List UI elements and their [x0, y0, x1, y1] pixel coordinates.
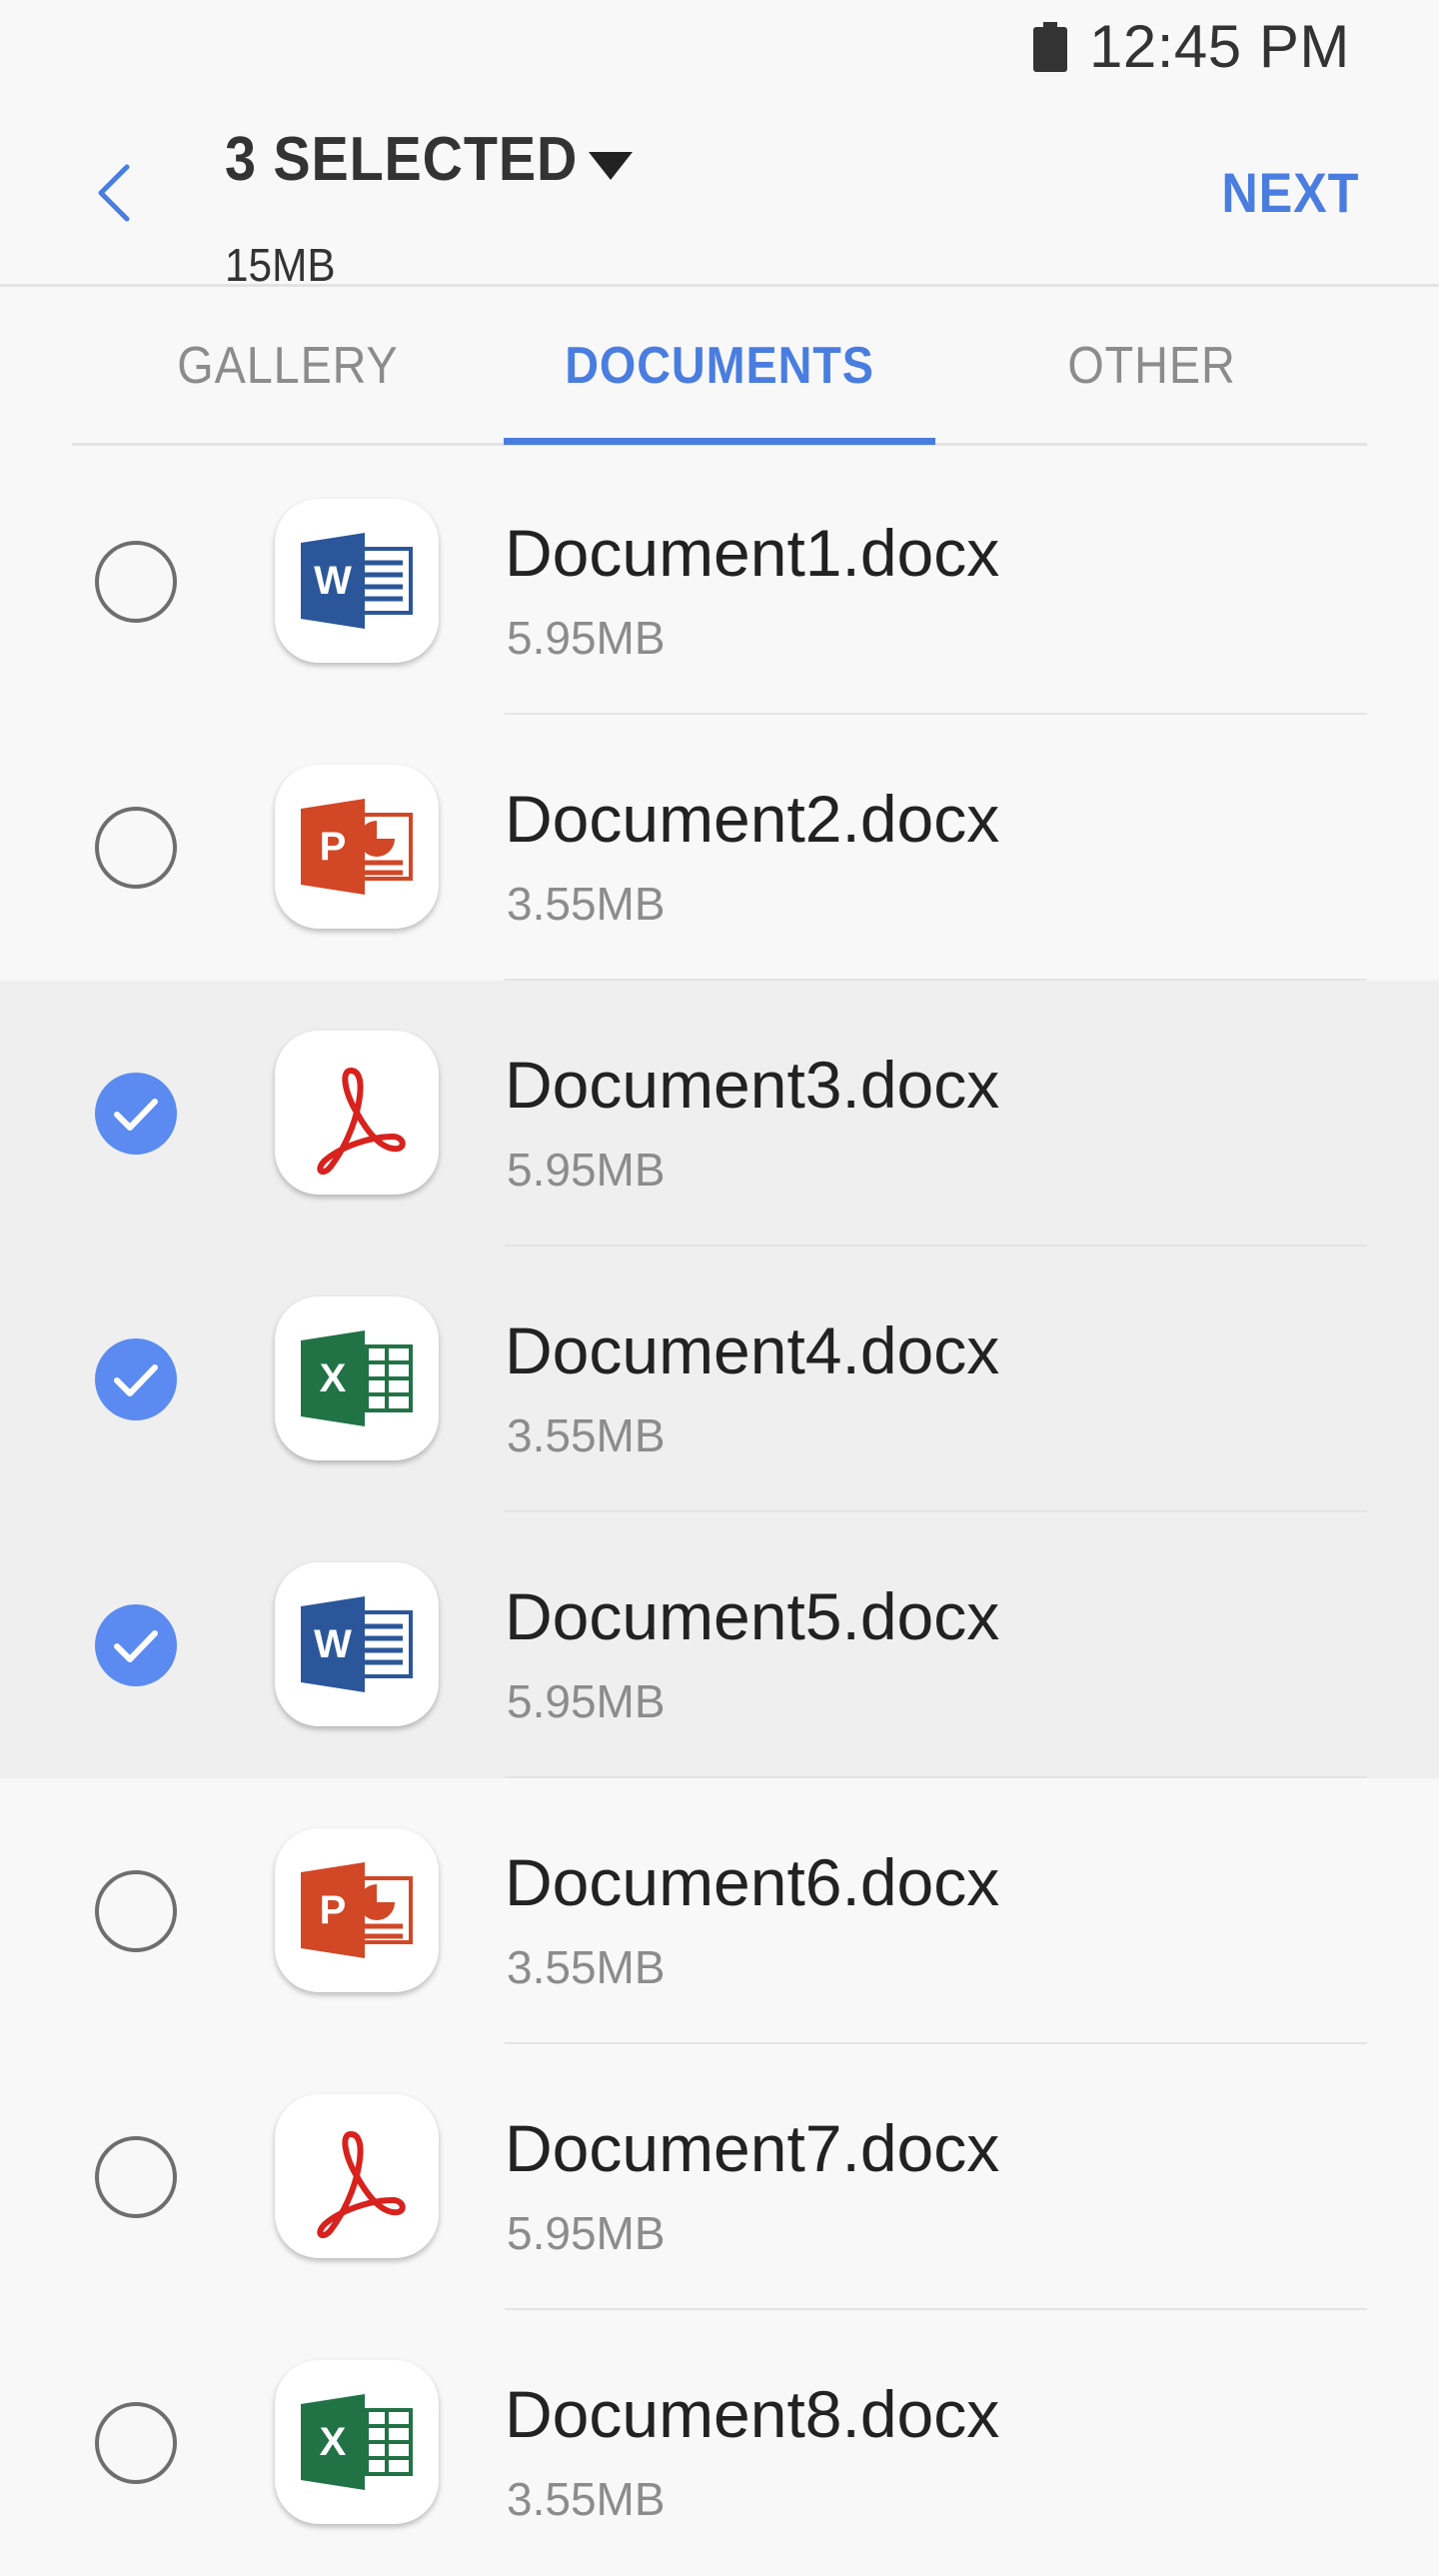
category-tabs: GALLERY DOCUMENTS OTHER [72, 288, 1367, 446]
file-size: 3.55MB [507, 878, 666, 930]
file-row[interactable]: Document7.docx 5.95MB [0, 2044, 1439, 2310]
next-button[interactable]: NEXT [1221, 160, 1359, 225]
file-size: 5.95MB [507, 612, 666, 664]
file-name: Document2.docx [505, 782, 1000, 856]
file-size: 3.55MB [507, 2473, 666, 2525]
checkbox-unchecked[interactable] [95, 2136, 177, 2218]
checkmark-icon [114, 1630, 158, 1662]
word-icon: W [275, 499, 439, 663]
file-row[interactable]: W Document1.docx 5.95MB [0, 449, 1439, 715]
file-name: Document5.docx [505, 1579, 1000, 1653]
tab-gallery[interactable]: GALLERY [72, 288, 504, 444]
file-name: Document1.docx [505, 516, 1000, 590]
file-size: 5.95MB [507, 1144, 666, 1196]
checkmark-icon [114, 1099, 158, 1131]
pdf-icon [275, 1031, 439, 1195]
svg-text:W: W [314, 1622, 352, 1666]
file-row[interactable]: W Document5.docx 5.95MB [0, 1512, 1439, 1778]
powerpoint-icon: P [275, 765, 439, 929]
file-row[interactable]: P Document6.docx 3.55MB [0, 1778, 1439, 2044]
file-row[interactable]: X Document4.docx 3.55MB [0, 1247, 1439, 1512]
file-name: Document7.docx [505, 2111, 1000, 2185]
active-tab-indicator [504, 438, 935, 445]
file-size: 5.95MB [507, 1675, 666, 1727]
app-header: 3 SELECTED 15MB NEXT [0, 96, 1439, 291]
checkmark-icon [114, 1364, 158, 1396]
svg-text:X: X [320, 2420, 347, 2464]
battery-icon [1033, 22, 1067, 72]
word-icon: W [275, 1562, 439, 1726]
svg-text:P: P [320, 825, 347, 869]
header-divider [0, 284, 1439, 287]
chevron-left-icon [98, 164, 130, 222]
file-name: Document6.docx [505, 1845, 1000, 1919]
pdf-icon [275, 2094, 439, 2258]
file-name: Document3.docx [505, 1048, 1000, 1122]
checkbox-unchecked[interactable] [95, 807, 177, 889]
file-row[interactable]: Document3.docx 5.95MB [0, 981, 1439, 1247]
file-list: W Document1.docx 5.95MB P Document2.docx 3… [0, 449, 1439, 2576]
file-name: Document8.docx [505, 2377, 1000, 2451]
file-size: 3.55MB [507, 1941, 666, 1993]
status-bar: 12:45 PM [0, 0, 1439, 96]
checkbox-checked[interactable] [95, 1073, 177, 1155]
back-button[interactable] [80, 158, 150, 228]
checkbox-checked[interactable] [95, 1604, 177, 1686]
svg-text:P: P [320, 1888, 347, 1932]
checkbox-checked[interactable] [95, 1338, 177, 1420]
file-row[interactable]: P Document2.docx 3.55MB [0, 715, 1439, 981]
checkbox-unchecked[interactable] [95, 1870, 177, 1952]
file-row[interactable]: X Document8.docx 3.55MB [0, 2310, 1439, 2576]
tab-documents[interactable]: DOCUMENTS [504, 288, 935, 444]
excel-icon: X [275, 2360, 439, 2524]
file-size: 3.55MB [507, 1409, 666, 1461]
svg-text:X: X [320, 1356, 347, 1400]
checkbox-unchecked[interactable] [95, 541, 177, 623]
powerpoint-icon: P [275, 1828, 439, 1992]
selection-title: 3 SELECTED [225, 125, 579, 194]
file-name: Document4.docx [505, 1313, 1000, 1387]
svg-text:W: W [314, 559, 352, 603]
excel-icon: X [275, 1296, 439, 1460]
selection-summary[interactable]: 3 SELECTED 15MB [225, 124, 633, 291]
dropdown-triangle-icon[interactable] [587, 148, 635, 182]
checkbox-unchecked[interactable] [95, 2402, 177, 2484]
file-size: 5.95MB [507, 2207, 666, 2259]
tab-other[interactable]: OTHER [935, 288, 1367, 444]
status-time: 12:45 PM [1089, 13, 1350, 80]
